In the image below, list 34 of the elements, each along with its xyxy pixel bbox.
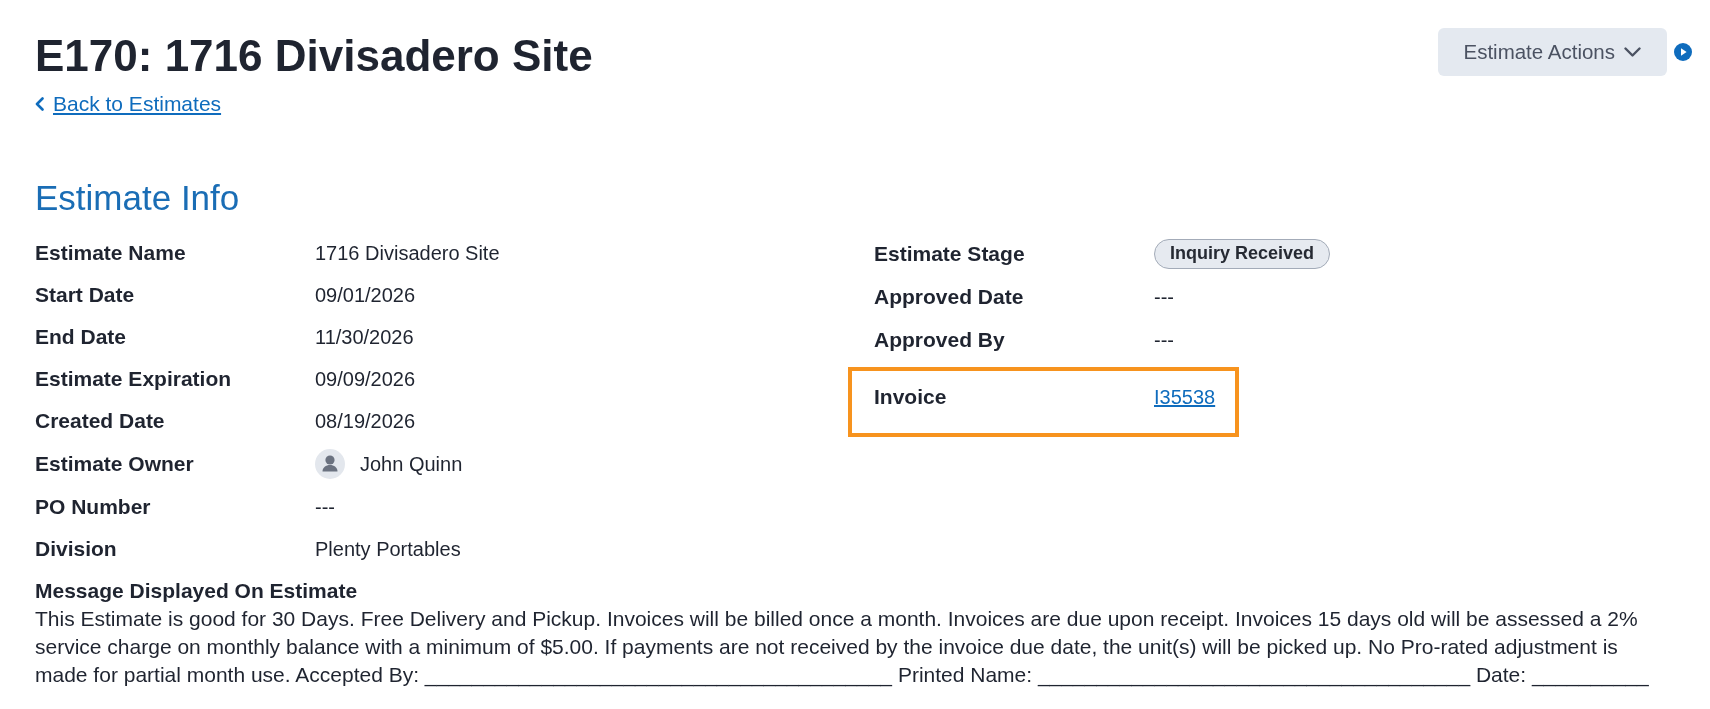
field-value: 08/19/2026 [315, 409, 416, 434]
invoice-link[interactable]: I35538 [1154, 383, 1216, 411]
field-label: Estimate Expiration [35, 366, 233, 392]
owner-name: John Quinn [360, 452, 463, 477]
field-label: Estimate Stage [874, 240, 1026, 267]
field-label: Approved By [874, 326, 1006, 353]
field-value: Plenty Portables [315, 537, 461, 562]
field-label: End Date [35, 324, 127, 350]
field-value: 11/30/2026 [315, 325, 414, 350]
field-value: --- [1154, 284, 1174, 310]
field-label: Approved Date [874, 283, 1025, 310]
chevron-down-icon [1624, 47, 1641, 57]
field-label: Division [35, 536, 118, 562]
field-label: Estimate Name [35, 240, 187, 266]
field-label: Estimate Owner [35, 451, 195, 477]
play-circle-icon[interactable] [1674, 43, 1692, 61]
field-label: Invoice [874, 384, 948, 410]
page-title: E170: 1716 Divisadero Site [35, 30, 593, 82]
section-title: Estimate Info [35, 177, 241, 219]
estimate-actions-button[interactable]: Estimate Actions [1438, 28, 1667, 76]
field-value: 09/01/2026 [315, 283, 416, 308]
field-value: --- [315, 495, 335, 520]
stage-badge: Inquiry Received [1154, 238, 1331, 269]
field-label: PO Number [35, 494, 152, 520]
field-label: Created Date [35, 408, 166, 434]
back-link[interactable]: Back to Estimates [35, 90, 222, 118]
message-text: This Estimate is good for 30 Days. Free Delivery and Pickup. Invoices will be billed once a month. Invoices are due upon receipt. Invoices 15 days old will be assessed a 2% service charge on monthly balance with a minimum of $5.00. If payments are not received by the invoice due date, the unit(s) will be picked up. No Pro-rated adjustment is made for partial month use. Accepted By: ________________________________________ Printed Name: _____________________________________ Date: __________ [35, 606, 1650, 689]
field-value: --- [1154, 327, 1174, 353]
message-title: Message Displayed On Estimate [35, 578, 359, 604]
field-value: 09/09/2026 [315, 367, 416, 392]
field-label: Start Date [35, 282, 136, 308]
field-value: 1716 Divisadero Site [315, 241, 500, 266]
user-avatar-icon [315, 449, 345, 479]
chevron-left-icon [35, 97, 44, 111]
